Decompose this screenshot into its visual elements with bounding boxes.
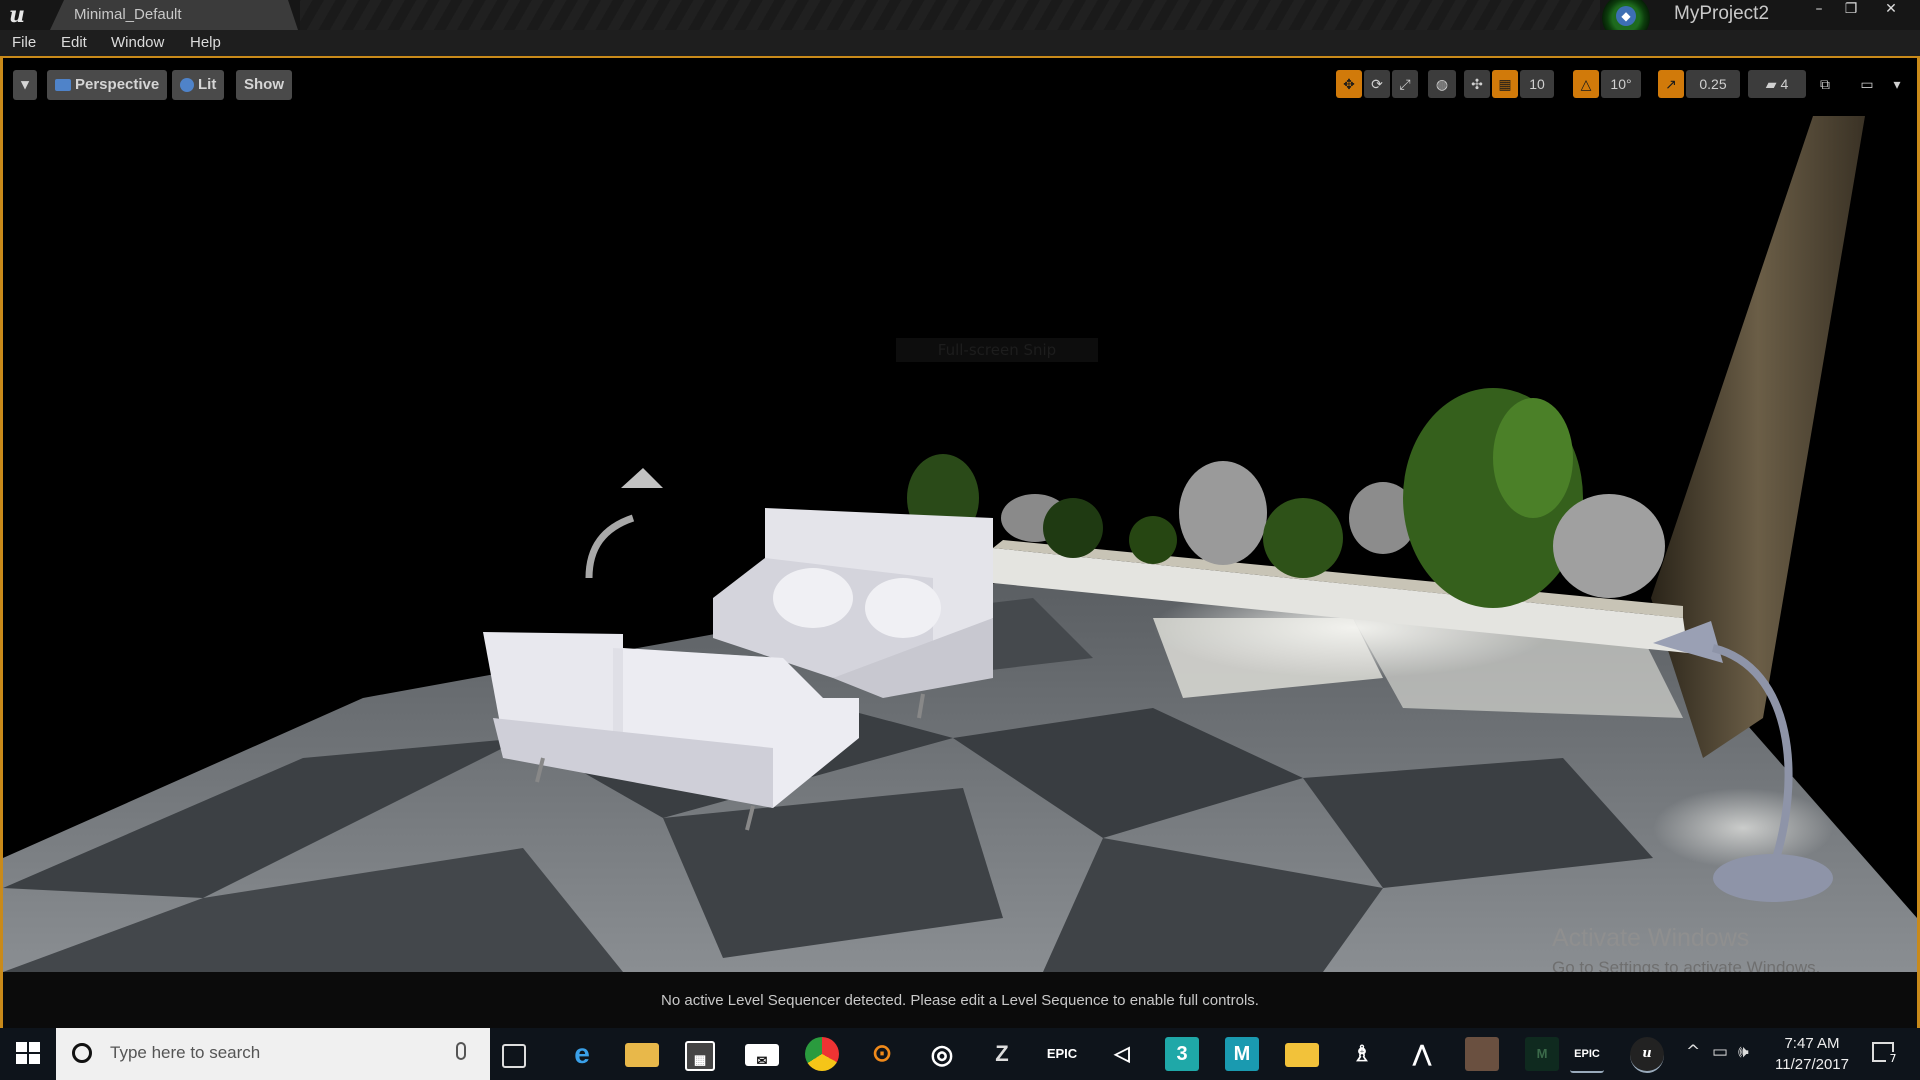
floor-lamp-left	[585, 468, 663, 579]
title-bar: u Minimal_Default ◆ MyProject2 – ❐ ✕	[0, 0, 1920, 42]
app-triangle-icon[interactable]: ⋀	[1405, 1037, 1439, 1071]
volume-icon[interactable]: 🕪	[1738, 1042, 1749, 1062]
sequencer-status-bar: No active Level Sequencer detected. Plea…	[3, 972, 1917, 1028]
microphone-icon[interactable]	[456, 1042, 466, 1060]
windows-taskbar: Type here to search e ▦ ✉ ⊙ ◎ Z EPIC ◁ 3…	[0, 1028, 1920, 1080]
viewport-layout-icon[interactable]: ▭	[1845, 70, 1889, 98]
level-tab[interactable]: Minimal_Default	[50, 0, 298, 30]
paint-icon[interactable]	[1285, 1043, 1319, 1067]
clock-time: 7:47 AM	[1784, 1035, 1840, 1052]
mail-icon[interactable]: ✉	[745, 1044, 779, 1068]
minimize-button[interactable]: –	[1804, 0, 1834, 18]
rotation-snap-icon[interactable]: △	[1573, 70, 1599, 98]
menu-bar: File Edit Window Help	[0, 30, 1920, 56]
restore-button[interactable]: ❐	[1836, 0, 1866, 18]
windows-start-icon[interactable]	[16, 1042, 42, 1066]
viewport-options-button[interactable]: ▾	[13, 70, 37, 100]
title-bar-drag-area[interactable]	[300, 0, 1600, 30]
sequencer-status-message: No active Level Sequencer detected. Plea…	[661, 992, 1259, 1009]
rotate-mode-icon[interactable]: ⟳	[1364, 70, 1390, 98]
maya-icon[interactable]: M	[1225, 1037, 1259, 1071]
store-icon[interactable]: ▦	[685, 1041, 715, 1071]
blender-icon[interactable]: ⊙	[865, 1037, 899, 1071]
perspective-button[interactable]: Perspective	[47, 70, 168, 100]
camera-speed-button[interactable]: ▰ 4	[1748, 70, 1806, 98]
pillar	[1651, 116, 1865, 758]
search-placeholder: Type here to search	[110, 1043, 261, 1062]
show-button[interactable]: Show	[236, 70, 292, 100]
taskbar-search-box[interactable]: Type here to search	[56, 1028, 490, 1080]
activate-windows-subtitle: Go to Settings to activate Windows.	[1552, 958, 1821, 972]
maximize-viewport-icon[interactable]: ⧉	[1815, 70, 1835, 98]
grid-snap-value[interactable]: 10	[1520, 70, 1554, 98]
3ds-max-icon[interactable]: 3	[1165, 1037, 1199, 1071]
app-photo-icon[interactable]	[1465, 1037, 1499, 1071]
grid-snap-icon[interactable]: ▦	[1492, 70, 1518, 98]
lit-label: Lit	[198, 76, 217, 93]
app-a-icon[interactable]: ♗	[1345, 1037, 1379, 1071]
cortana-icon	[72, 1043, 92, 1063]
camera-icon: ▰	[1765, 76, 1777, 92]
level-viewport[interactable]: ▾ Perspective Lit Show ✥ ⟳ ⤢ ◍ ✣ ▦ 10 △ …	[3, 58, 1917, 972]
menu-edit[interactable]: Edit	[61, 34, 87, 51]
scale-snap-icon[interactable]: ↗	[1658, 70, 1684, 98]
translate-mode-icon[interactable]: ✥	[1336, 70, 1362, 98]
action-center-icon[interactable]: 7	[1872, 1042, 1900, 1066]
menu-help[interactable]: Help	[190, 34, 221, 51]
menu-file[interactable]: File	[12, 34, 36, 51]
task-view-icon[interactable]	[502, 1044, 526, 1068]
network-icon[interactable]: ▭	[1712, 1042, 1728, 1062]
epic-games-icon[interactable]: EPIC	[1045, 1037, 1079, 1071]
file-explorer-icon[interactable]	[625, 1043, 659, 1067]
viewport-layout-dropdown[interactable]: ▾	[1889, 70, 1905, 98]
full-screen-snip-tooltip: Full-screen Snip	[896, 338, 1098, 362]
surface-snap-icon[interactable]: ✣	[1464, 70, 1490, 98]
scale-snap-value[interactable]: 0.25	[1686, 70, 1740, 98]
perspective-icon	[55, 79, 71, 92]
lit-button[interactable]: Lit	[172, 70, 225, 100]
epic-games-launcher-icon[interactable]: EPIC	[1570, 1037, 1604, 1073]
chrome-icon[interactable]	[805, 1037, 839, 1071]
world-space-icon[interactable]: ◍	[1428, 70, 1456, 98]
perspective-label: Perspective	[75, 76, 160, 93]
close-button[interactable]: ✕	[1876, 0, 1906, 18]
rotation-snap-value[interactable]: 10°	[1601, 70, 1641, 98]
app-m-icon[interactable]: M	[1525, 1037, 1559, 1071]
unreal-logo-icon: u	[9, 2, 25, 28]
zbrush-icon[interactable]: Z	[985, 1037, 1019, 1071]
level-tab-label: Minimal_Default	[74, 6, 182, 23]
taskbar-clock[interactable]: 7:47 AM 11/27/2017	[1764, 1033, 1860, 1075]
scene-render	[3, 116, 1917, 972]
menu-window[interactable]: Window	[111, 34, 164, 51]
notification-count: 7	[1886, 1052, 1900, 1066]
scale-mode-icon[interactable]: ⤢	[1392, 70, 1418, 98]
lit-sphere-icon	[180, 78, 194, 93]
tray-overflow-icon[interactable]: ^	[1686, 1042, 1700, 1062]
clock-date: 11/27/2017	[1775, 1056, 1849, 1073]
unity-icon[interactable]: ◁	[1105, 1037, 1139, 1071]
project-name: MyProject2	[1674, 3, 1770, 24]
edge-icon[interactable]: e	[565, 1037, 599, 1071]
camera-speed-value: 4	[1780, 76, 1789, 92]
unreal-engine-icon[interactable]: u	[1630, 1037, 1664, 1073]
activate-windows-title: Activate Windows	[1552, 924, 1750, 952]
app-ring-icon[interactable]: ◎	[925, 1037, 959, 1071]
